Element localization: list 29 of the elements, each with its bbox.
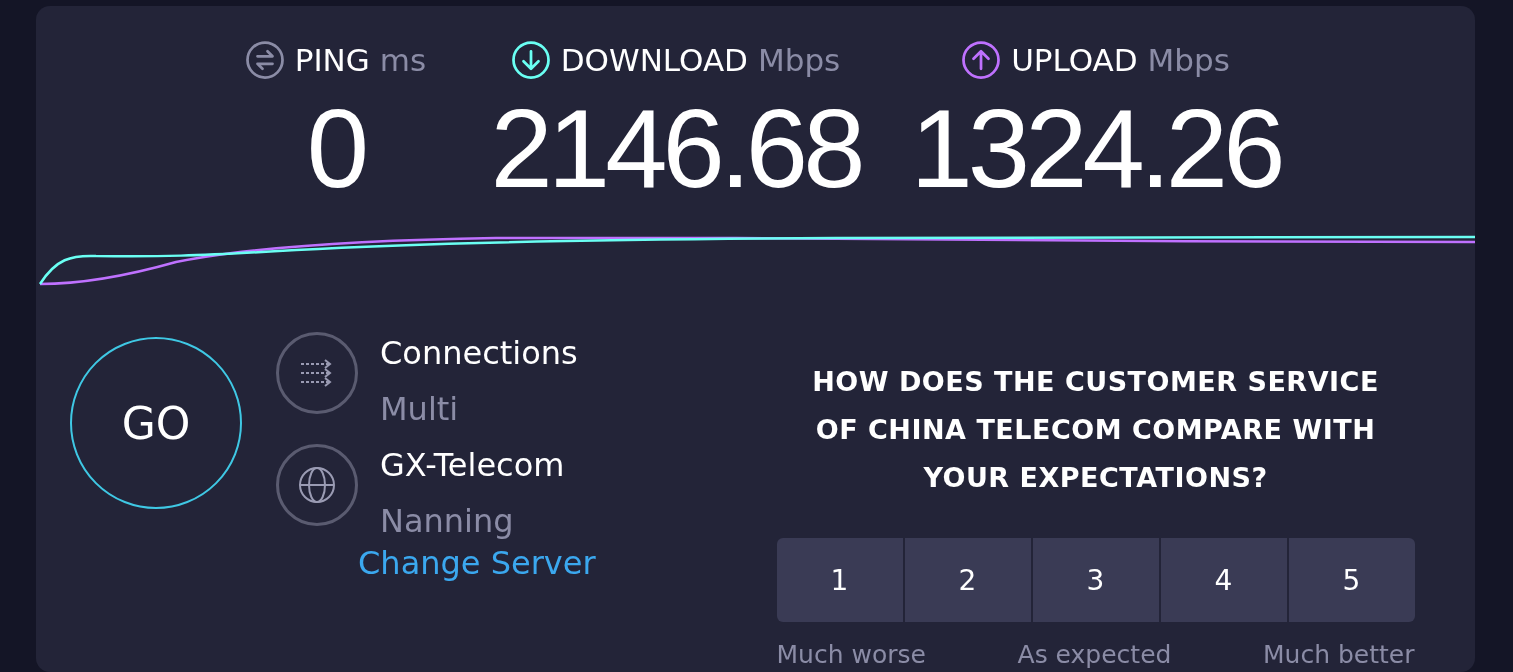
metric-value: 0 <box>306 85 365 213</box>
metric-label: UPLOAD <box>1011 42 1138 78</box>
info-subtitle: Nanning <box>380 502 515 540</box>
rating-button[interactable]: 4 <box>1160 538 1287 622</box>
go-button[interactable]: GO <box>70 337 242 509</box>
metric-value: 2146.68 <box>490 85 861 213</box>
globe-icon <box>276 444 358 526</box>
rating-button[interactable]: 2 <box>904 538 1031 622</box>
rating-button[interactable]: 5 <box>1288 538 1415 622</box>
info-title: GX-Telecom <box>380 446 565 484</box>
metric-unit: Mbps <box>757 42 841 78</box>
info-title: Connections <box>380 334 578 372</box>
survey-question: HOW DOES THE CUSTOMER SERVICE OF CHINA TELECOM COMPARE WITH YOUR EXPECTATIONS? <box>811 365 1380 495</box>
info-subtitle: Multi <box>380 390 460 428</box>
download-icon <box>510 40 551 80</box>
connections-icon <box>276 332 358 414</box>
scale-label: Much better <box>1263 640 1415 669</box>
upload-icon <box>961 40 1002 80</box>
rating-button[interactable]: 1 <box>776 538 903 622</box>
change-server-link[interactable]: Change Server <box>358 544 776 582</box>
scale-label: As expected <box>1017 640 1172 669</box>
metric-value: 1324.26 <box>910 85 1281 213</box>
metric-unit: Mbps <box>1147 42 1230 78</box>
scale-label: Much worse <box>776 640 926 669</box>
metric-unit: ms <box>379 42 427 78</box>
metric-label: DOWNLOAD <box>560 42 748 78</box>
ping-icon <box>244 40 285 80</box>
rating-button[interactable]: 3 <box>1032 538 1159 622</box>
metric-label: PING <box>294 42 370 78</box>
